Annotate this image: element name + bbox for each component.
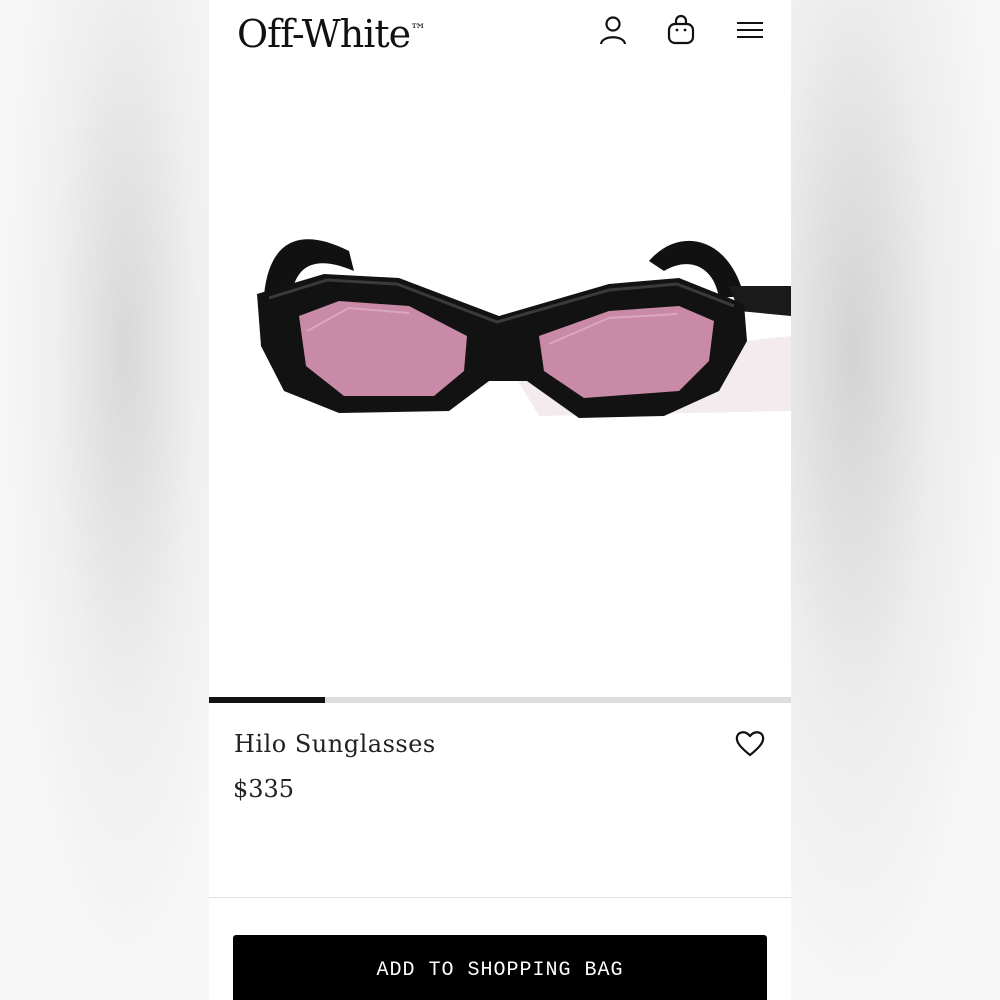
- trademark-symbol: ™: [410, 20, 426, 39]
- sunglasses-photo: [257, 239, 791, 418]
- shopping-bag-icon[interactable]: [665, 14, 697, 46]
- product-page: Off-White™ Hilo Sunglasses $335 ADD TO S…: [209, 0, 791, 1000]
- hamburger-menu-icon[interactable]: [734, 14, 766, 46]
- brand-logo-text: Off-White: [237, 12, 411, 56]
- gallery-progress-fill: [209, 697, 326, 703]
- product-image-carousel[interactable]: [209, 66, 791, 696]
- section-divider: [209, 897, 791, 898]
- product-name: Hilo Sunglasses: [234, 730, 436, 758]
- heart-icon[interactable]: [734, 727, 766, 759]
- background-blur-right: [791, 0, 1000, 1000]
- add-to-bag-button[interactable]: ADD TO SHOPPING BAG: [233, 935, 767, 1000]
- background-blur-left: [0, 0, 209, 1000]
- site-header: Off-White™: [209, 0, 791, 66]
- brand-logo[interactable]: Off-White™: [237, 8, 426, 60]
- product-price: $335: [233, 775, 295, 803]
- user-icon[interactable]: [597, 14, 629, 46]
- gallery-progress-bar: [209, 697, 791, 703]
